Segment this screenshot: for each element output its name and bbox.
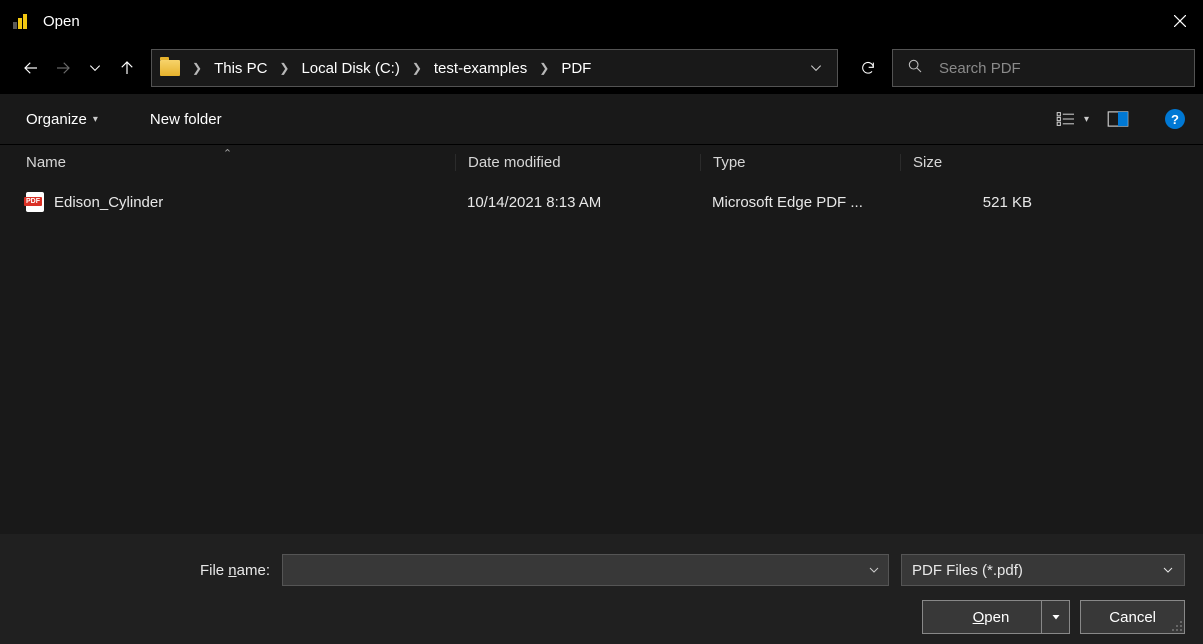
help-button[interactable]: ?	[1165, 109, 1185, 129]
organize-button[interactable]: Organize ▾	[22, 107, 102, 132]
column-header-name[interactable]: ⌃ Name	[0, 154, 455, 171]
filename-label: File name:	[18, 562, 270, 579]
chevron-right-icon[interactable]: ❯	[406, 61, 428, 75]
column-header-type[interactable]: Type	[700, 154, 900, 171]
breadcrumb-item[interactable]: This PC	[210, 58, 271, 79]
file-type-filter-label: PDF Files (*.pdf)	[912, 562, 1023, 579]
refresh-button[interactable]	[848, 49, 888, 87]
file-type-filter[interactable]: PDF Files (*.pdf)	[901, 554, 1185, 586]
preview-pane-button[interactable]	[1107, 111, 1129, 127]
search-input[interactable]	[939, 60, 1194, 77]
new-folder-button[interactable]: New folder	[146, 107, 226, 132]
open-button[interactable]: Open	[922, 600, 1071, 634]
toolbar: Organize ▾ New folder ▾ ?	[0, 94, 1203, 144]
column-headers: ⌃ Name Date modified Type Size	[0, 144, 1203, 180]
cancel-button[interactable]: Cancel	[1080, 600, 1185, 634]
chevron-down-icon: ▾	[93, 114, 98, 125]
up-button[interactable]	[113, 52, 141, 84]
column-header-size[interactable]: Size	[900, 154, 1050, 171]
pdf-file-icon	[26, 192, 44, 212]
breadcrumb-item[interactable]: PDF	[557, 58, 595, 79]
open-dropdown-button[interactable]	[1041, 601, 1069, 633]
chevron-down-icon	[1162, 564, 1174, 576]
chevron-down-icon: ▾	[1084, 114, 1089, 125]
file-list[interactable]: Edison_Cylinder 10/14/2021 8:13 AM Micro…	[0, 180, 1203, 534]
file-date: 10/14/2021 8:13 AM	[455, 194, 700, 211]
chevron-right-icon[interactable]: ❯	[533, 61, 555, 75]
view-options-button[interactable]: ▾	[1056, 111, 1089, 127]
search-box[interactable]	[892, 49, 1195, 87]
file-name: Edison_Cylinder	[54, 194, 163, 211]
search-icon	[907, 58, 923, 78]
window-title: Open	[43, 13, 80, 30]
file-type: Microsoft Edge PDF ...	[700, 194, 900, 211]
resize-grip-icon[interactable]	[1171, 620, 1183, 632]
new-folder-label: New folder	[150, 111, 222, 128]
title-bar: Open	[0, 0, 1203, 42]
chevron-right-icon[interactable]: ❯	[273, 61, 295, 75]
file-size: 521 KB	[900, 194, 1050, 211]
close-button[interactable]	[1157, 0, 1203, 42]
navigation-bar: ❯ This PC ❯ Local Disk (C:) ❯ test-examp…	[0, 42, 1203, 94]
address-bar[interactable]: ❯ This PC ❯ Local Disk (C:) ❯ test-examp…	[151, 49, 838, 87]
filename-input[interactable]	[283, 562, 860, 579]
breadcrumb-item[interactable]: test-examples	[430, 58, 531, 79]
filename-dropdown-button[interactable]	[860, 564, 888, 576]
sort-indicator-icon: ⌃	[223, 147, 232, 160]
recent-locations-button[interactable]	[81, 52, 109, 84]
file-row[interactable]: Edison_Cylinder 10/14/2021 8:13 AM Micro…	[0, 180, 1203, 224]
organize-label: Organize	[26, 111, 87, 128]
back-button[interactable]	[17, 52, 45, 84]
folder-icon	[160, 60, 180, 76]
address-history-button[interactable]	[801, 50, 831, 86]
bottom-panel: File name: PDF Files (*.pdf) Open Cancel	[0, 534, 1203, 644]
chevron-right-icon[interactable]: ❯	[186, 61, 208, 75]
forward-button[interactable]	[49, 52, 77, 84]
column-header-date[interactable]: Date modified	[455, 154, 700, 171]
breadcrumb-item[interactable]: Local Disk (C:)	[297, 58, 403, 79]
filename-combobox[interactable]	[282, 554, 889, 586]
app-icon	[13, 13, 29, 29]
